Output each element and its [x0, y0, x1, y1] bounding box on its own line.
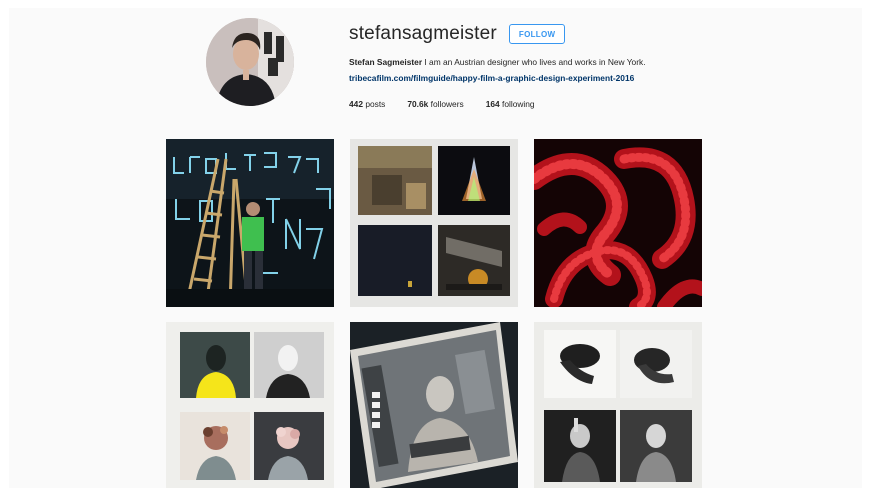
post-thumbnail[interactable] — [534, 322, 702, 488]
post-thumbnail[interactable] — [166, 322, 334, 488]
post-image-neon-installation — [166, 139, 334, 307]
bio-text: I am an Austrian designer who lives and … — [422, 57, 646, 67]
follow-button[interactable]: FOLLOW — [508, 24, 566, 44]
post-image-octopus — [534, 139, 702, 307]
following-label: following — [502, 99, 535, 109]
bio: Stefan Sagmeister I am an Austrian desig… — [349, 56, 809, 68]
posts-count: 442 — [349, 99, 363, 109]
post-image-bw-portrait-print — [350, 322, 518, 488]
profile-stats: 442 posts 70.6k followers 164 following — [349, 99, 809, 109]
following-count: 164 — [485, 99, 500, 109]
website-link[interactable]: tribecafilm.com/filmguide/happy-film-a-g… — [349, 72, 634, 84]
name-row: stefansagmeister FOLLOW — [349, 20, 809, 48]
avatar-image — [206, 18, 294, 106]
profile-info: stefansagmeister FOLLOW Stefan Sagmeiste… — [349, 20, 809, 109]
post-thumbnail[interactable] — [166, 139, 334, 307]
post-thumbnail[interactable] — [350, 322, 518, 488]
post-image-album-covers — [350, 139, 518, 307]
posts-label: posts — [365, 99, 386, 109]
followers-stat[interactable]: 70.6k followers — [407, 99, 463, 109]
username: stefansagmeister — [349, 23, 497, 44]
post-image-portrait-prints — [166, 322, 334, 488]
post-image-bw-photo-grid — [534, 322, 702, 488]
followers-count: 70.6k — [407, 99, 429, 109]
post-thumbnail[interactable] — [534, 139, 702, 307]
profile-avatar[interactable] — [206, 18, 294, 106]
following-stat[interactable]: 164 following — [486, 99, 535, 109]
followers-label: followers — [430, 99, 464, 109]
full-name: Stefan Sagmeister — [349, 57, 423, 67]
profile-page: stefansagmeister FOLLOW Stefan Sagmeiste… — [9, 8, 862, 488]
posts-stat: 442 posts — [349, 99, 385, 109]
post-thumbnail[interactable] — [350, 139, 518, 307]
